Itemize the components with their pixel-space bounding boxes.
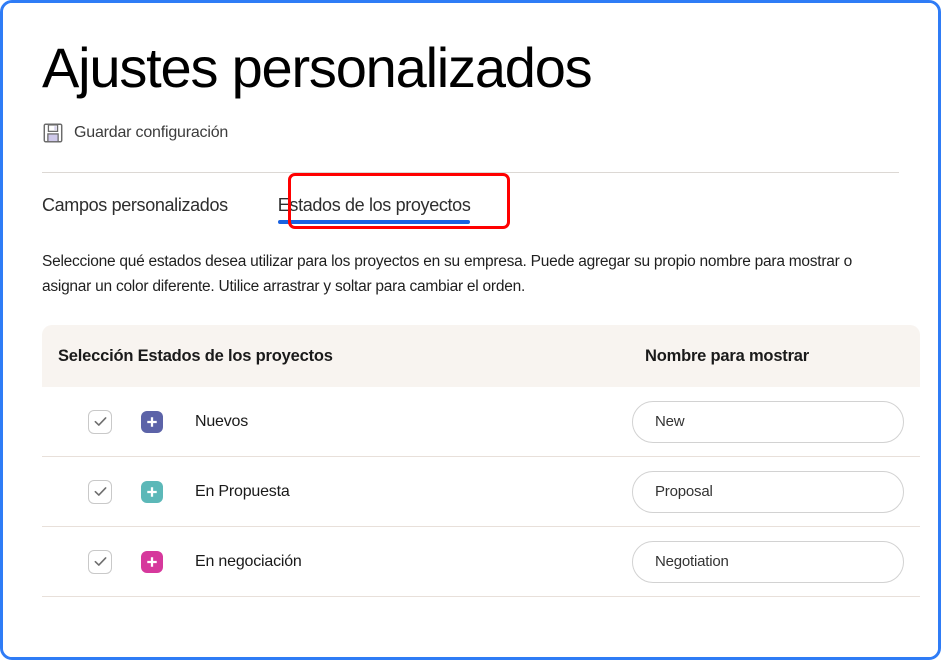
project-states-table: Selección Estados de los proyectos Nombr… [42, 325, 920, 597]
plus-icon [147, 556, 157, 567]
tab-bar: Campos personalizados Estados de los pro… [42, 173, 899, 237]
checkmark-icon [94, 487, 106, 496]
display-name-cell [632, 470, 904, 513]
column-header-display-name: Nombre para mostrar [645, 346, 810, 365]
plus-icon [147, 486, 157, 497]
floppy-disk-save-icon [43, 123, 63, 143]
selection-cell: Nuevos [58, 409, 632, 434]
table-header-row: Selección Estados de los proyectos Nombr… [42, 325, 920, 387]
display-name-cell [632, 400, 904, 443]
checkmark-icon [94, 557, 106, 566]
save-configuration-button[interactable]: Guardar configuración [42, 122, 228, 144]
display-name-input[interactable] [632, 400, 904, 443]
tab-campos-personalizados[interactable]: Campos personalizados [42, 191, 228, 230]
selection-cell: En negociación [58, 549, 632, 574]
table-row: En negociación [42, 527, 920, 597]
page-title: Ajustes personalizados [42, 36, 593, 99]
status-name-label: Nuevos [195, 412, 249, 430]
color-swatch-button[interactable] [141, 410, 163, 433]
browser-viewport: Ajustes personalizados Guardar configura… [0, 0, 941, 660]
tab-label: Campos personalizados [42, 195, 228, 215]
column-header-selection: Selección Estados de los proyectos [58, 346, 333, 365]
save-configuration-label: Guardar configuración [74, 124, 229, 141]
table-row: Nuevos [42, 387, 920, 457]
color-swatch-button[interactable] [141, 550, 163, 573]
row-checkbox[interactable] [88, 409, 112, 434]
tab-estados-de-los-proyectos[interactable]: Estados de los proyectos [277, 191, 471, 230]
settings-page: Ajustes personalizados Guardar configura… [3, 3, 938, 657]
header-divider [42, 172, 899, 173]
tab-label: Estados de los proyectos [277, 195, 471, 215]
active-tab-underline [277, 220, 471, 224]
row-checkbox[interactable] [88, 479, 112, 504]
status-name-label: En Propuesta [195, 482, 290, 500]
table-row: En Propuesta [42, 457, 920, 527]
color-swatch-button[interactable] [141, 480, 163, 503]
display-name-cell [632, 540, 904, 583]
plus-icon [147, 416, 157, 427]
selection-cell: En Propuesta [58, 479, 632, 504]
display-name-input[interactable] [632, 540, 904, 583]
checkmark-icon [94, 417, 106, 426]
section-description: Seleccione qué estados desea utilizar pa… [42, 253, 852, 295]
status-name-label: En negociación [195, 552, 302, 570]
display-name-input[interactable] [632, 470, 904, 513]
row-checkbox[interactable] [88, 549, 112, 574]
